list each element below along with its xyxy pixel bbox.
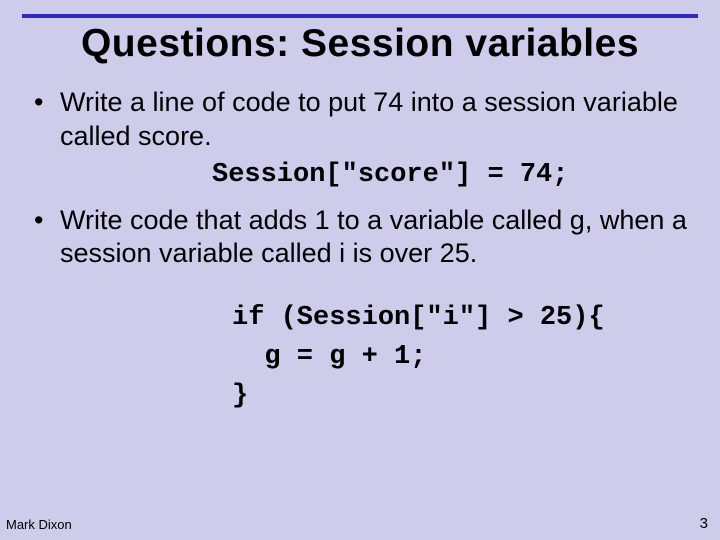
bullet-text: Write a line of code to put 74 into a se… — [60, 86, 698, 154]
bullet-marker: • — [32, 86, 60, 120]
bullet-text: Write code that adds 1 to a variable cal… — [60, 204, 698, 272]
bullet-marker: • — [32, 204, 60, 238]
slide-content: • Write a line of code to put 74 into a … — [32, 86, 698, 416]
title-rule — [22, 14, 698, 18]
footer-author: Mark Dixon — [6, 517, 72, 532]
code-answer-1: Session["score"] = 74; — [212, 160, 698, 190]
bullet-item: • Write a line of code to put 74 into a … — [32, 86, 698, 154]
footer-page-number: 3 — [700, 515, 708, 532]
code-answer-2: if (Session["i"] > 25){ g = g + 1; } — [232, 299, 698, 416]
bullet-item: • Write code that adds 1 to a variable c… — [32, 204, 698, 272]
slide-title: Questions: Session variables — [0, 22, 720, 66]
